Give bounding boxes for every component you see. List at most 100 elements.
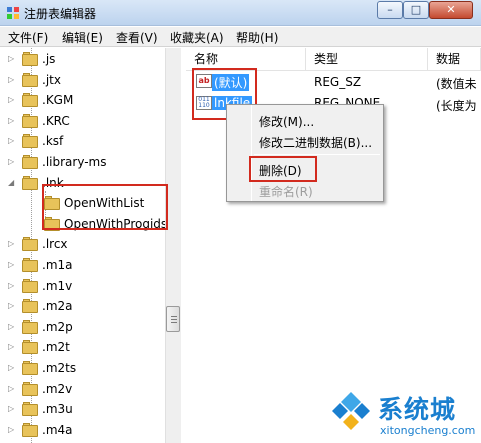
- tree-item[interactable]: ▷ .js: [0, 50, 165, 70]
- folder-icon: [22, 73, 38, 87]
- expand-arrow-icon[interactable]: ▷: [8, 136, 18, 146]
- tree-item[interactable]: ▷ .KGM: [0, 91, 165, 111]
- tree-item[interactable]: ▷ .m2ts: [0, 359, 165, 379]
- annotation-box-delete: [249, 156, 317, 182]
- tree-item[interactable]: ▷ .m2a: [0, 297, 165, 317]
- tree-item-label: .m2a: [42, 299, 73, 313]
- tree-item[interactable]: ▷ .KRC: [0, 112, 165, 132]
- grip-line: [171, 319, 177, 320]
- tree-item-label: .ksf: [42, 134, 64, 148]
- expand-arrow-icon[interactable]: ▷: [8, 75, 18, 85]
- folder-icon: [22, 423, 38, 437]
- expand-arrow-icon[interactable]: ▷: [8, 54, 18, 64]
- tree-item[interactable]: ▷ .m1a: [0, 256, 165, 276]
- tree-item-label: .m3u: [42, 402, 73, 416]
- folder-icon: [22, 402, 38, 416]
- expand-arrow-icon[interactable]: ▷: [8, 384, 18, 394]
- column-type[interactable]: 类型: [306, 48, 428, 70]
- folder-icon: [22, 114, 38, 128]
- watermark-brand: 系统城: [378, 395, 457, 424]
- tree-item-label: .m1a: [42, 258, 73, 272]
- folder-icon: [22, 134, 38, 148]
- menu-gutter: [251, 105, 252, 201]
- menu-item-modify-binary[interactable]: 修改二进制数据(B)...: [259, 134, 372, 151]
- tree-item-label: .m4a: [42, 423, 73, 437]
- menu-separator: [254, 154, 380, 155]
- folder-icon: [22, 52, 38, 66]
- menu-item-modify[interactable]: 修改(M)...: [259, 113, 314, 130]
- minimize-button[interactable]: –: [377, 1, 403, 19]
- tree-item[interactable]: ▷ .lrcx: [0, 235, 165, 255]
- tree-item-label: .KGM: [42, 93, 74, 107]
- folder-icon: [22, 155, 38, 169]
- column-data[interactable]: 数据: [428, 48, 481, 70]
- tree-item-label: .m2v: [42, 382, 73, 396]
- tree-scroll-thumb[interactable]: [166, 306, 180, 332]
- folder-icon: [22, 237, 38, 251]
- expand-arrow-icon[interactable]: ▷: [8, 116, 18, 126]
- tree-item[interactable]: ▷ .m2p: [0, 318, 165, 338]
- watermark-logo-icon: [330, 390, 372, 432]
- tree-scrollbar[interactable]: [165, 48, 181, 443]
- maximize-button[interactable]: □: [403, 1, 429, 19]
- expand-arrow-icon[interactable]: ▷: [8, 260, 18, 270]
- tree-item[interactable]: ▷ .library-ms: [0, 153, 165, 173]
- tree-item[interactable]: ▷ .m1v: [0, 277, 165, 297]
- expand-arrow-icon[interactable]: ▷: [8, 157, 18, 167]
- value-type-default: REG_SZ: [314, 75, 362, 89]
- folder-icon: [22, 320, 38, 334]
- expand-arrow-icon[interactable]: ▷: [8, 281, 18, 291]
- folder-icon: [22, 93, 38, 107]
- folder-icon: [22, 258, 38, 272]
- context-menu: 修改(M)... 修改二进制数据(B)... 删除(D) 重命名(R): [226, 104, 384, 202]
- tree-item-label: .jtx: [42, 73, 61, 87]
- value-data-lnkfile: (长度为: [436, 99, 477, 113]
- tree-item-label: .m2ts: [42, 361, 77, 375]
- tree-item-label: .m2t: [42, 340, 70, 354]
- menu-item-rename: 重命名(R): [259, 185, 313, 199]
- menu-file[interactable]: 文件(F): [8, 29, 48, 46]
- expand-arrow-icon[interactable]: ▷: [8, 363, 18, 373]
- menu-favorites[interactable]: 收藏夹(A): [170, 29, 224, 46]
- registry-editor-icon: [7, 7, 19, 19]
- title-bar: 注册表编辑器 – □ ✕: [0, 0, 481, 26]
- folder-icon: [22, 279, 38, 293]
- tree-item[interactable]: ▷ .m2v: [0, 380, 165, 400]
- tree-item-label: .library-ms: [42, 155, 107, 169]
- tree-item-label: .m2p: [42, 320, 73, 334]
- folder-icon: [22, 361, 38, 375]
- menu-help[interactable]: 帮助(H): [236, 29, 278, 46]
- expand-arrow-icon[interactable]: ▷: [8, 95, 18, 105]
- menu-bar: 文件(F) 编辑(E) 查看(V) 收藏夹(A) 帮助(H): [0, 27, 481, 47]
- collapse-arrow-icon[interactable]: ◢: [8, 178, 18, 188]
- tree-item[interactable]: ▷ .m2t: [0, 338, 165, 358]
- grip-line: [171, 322, 177, 323]
- tree-item-label: .js: [42, 52, 56, 66]
- expand-arrow-icon[interactable]: ▷: [8, 342, 18, 352]
- grip-line: [171, 316, 177, 317]
- folder-icon: [22, 299, 38, 313]
- watermark-url: xitongcheng.com: [380, 424, 476, 437]
- menu-edit[interactable]: 编辑(E): [62, 29, 103, 46]
- tree-item[interactable]: ▷ .jtx: [0, 71, 165, 91]
- column-name[interactable]: 名称: [186, 48, 306, 70]
- expand-arrow-icon[interactable]: ▷: [8, 322, 18, 332]
- tree-item-label: .KRC: [42, 114, 70, 128]
- folder-icon: [22, 340, 38, 354]
- annotation-box-keys: [42, 184, 168, 230]
- expand-arrow-icon[interactable]: ▷: [8, 301, 18, 311]
- tree-item[interactable]: ▷ .m4a: [0, 421, 165, 441]
- folder-icon: [22, 382, 38, 396]
- value-data-default: (数值未: [436, 77, 477, 91]
- expand-arrow-icon[interactable]: ▷: [8, 425, 18, 435]
- tree-item-label: .lrcx: [42, 237, 68, 251]
- window-title: 注册表编辑器: [24, 7, 97, 21]
- close-button[interactable]: ✕: [429, 1, 473, 19]
- tree-item-label: .m1v: [42, 279, 73, 293]
- folder-icon: [22, 176, 38, 190]
- tree-item[interactable]: ▷ .ksf: [0, 132, 165, 152]
- expand-arrow-icon[interactable]: ▷: [8, 239, 18, 249]
- menu-view[interactable]: 查看(V): [116, 29, 158, 46]
- expand-arrow-icon[interactable]: ▷: [8, 404, 18, 414]
- tree-item[interactable]: ▷ .m3u: [0, 400, 165, 420]
